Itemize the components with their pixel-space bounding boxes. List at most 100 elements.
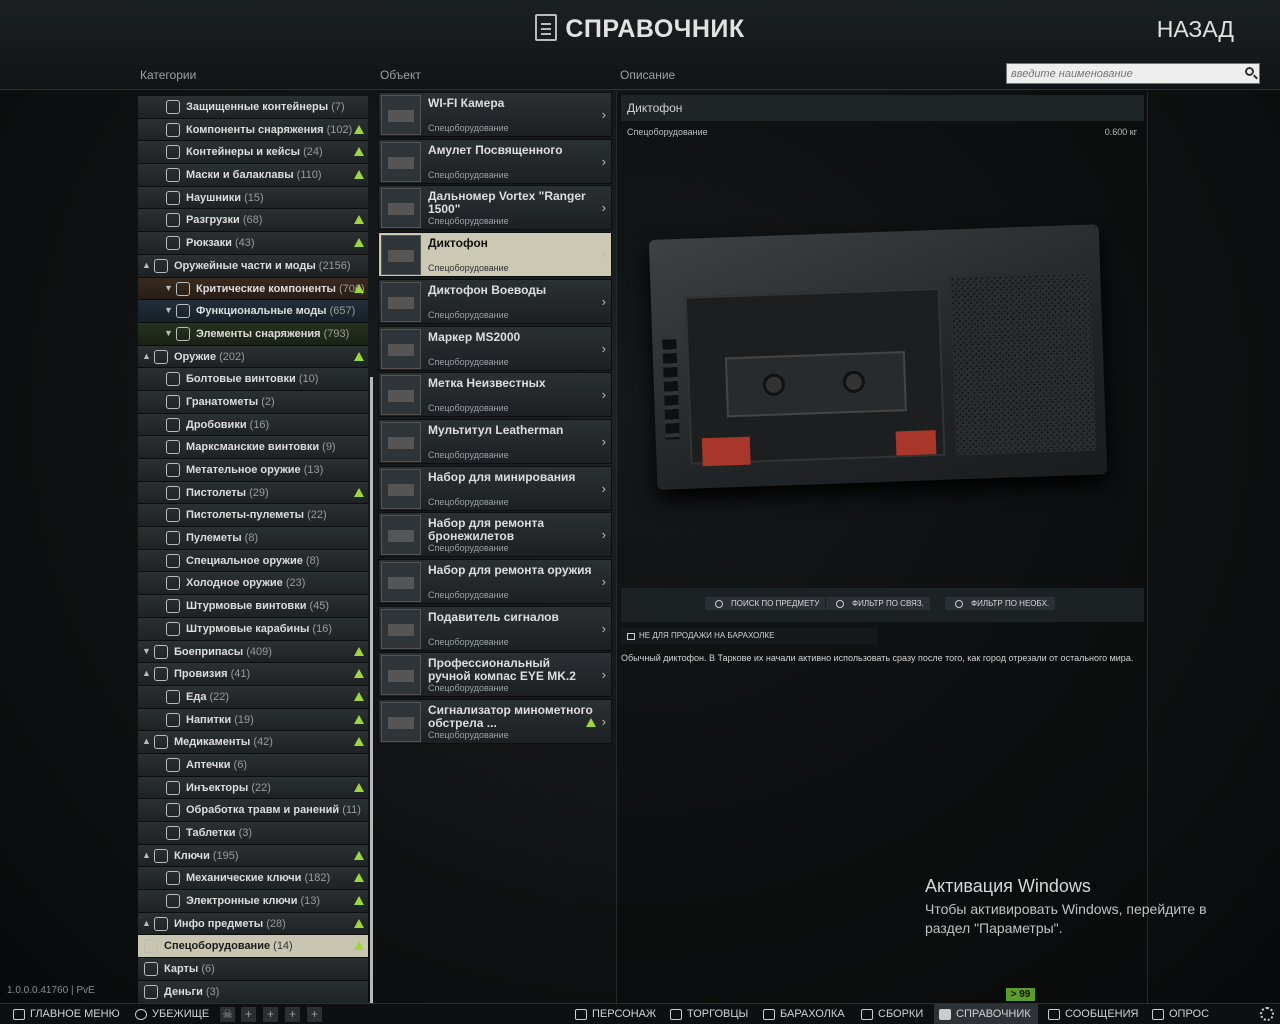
search-box[interactable] (1006, 63, 1260, 84)
category-item[interactable]: Напитки (19) (138, 708, 368, 732)
item-row[interactable]: Подавитель сигналов Спецоборудование › (378, 605, 612, 651)
category-item[interactable]: Маски и балаклавы (110) (138, 164, 368, 187)
traders-button[interactable]: ТОРГОВЦЫ (665, 1004, 748, 1024)
category-item[interactable]: Спецоборудование (14) (138, 935, 368, 959)
category-item[interactable]: Наушники (15) (138, 186, 368, 210)
collapse-arrow-icon[interactable]: ▲ (142, 736, 151, 746)
category-count: (15) (244, 191, 264, 204)
back-button[interactable]: НАЗАД (1157, 16, 1234, 43)
item-row[interactable]: Мультитул Leatherman Спецоборудование › (378, 418, 612, 464)
item-row[interactable]: Набор для ремонта бронежилетов Спецоборуд… (378, 512, 612, 558)
category-item[interactable]: Электронные ключи (13) (138, 890, 368, 913)
item-row[interactable]: Диктофон Воеводы Спецоборудование › (378, 278, 612, 324)
item-row[interactable]: Маркер MS2000 Спецоборудование › (378, 325, 612, 371)
collapse-arrow-icon[interactable]: ▲ (142, 850, 151, 860)
item-row[interactable]: Дальномер Vortex "Ranger 1500" Спецоборуд… (378, 185, 612, 231)
quick-slot-4[interactable]: + (307, 1007, 322, 1022)
item-actions-bar: ПОИСК ПО ПРЕДМЕТУ ФИЛЬТР ПО СВЯЗ. ФИЛЬТР… (621, 588, 1144, 622)
category-item[interactable]: Специальное оружие (8) (138, 549, 368, 573)
character-button[interactable]: ПЕРСОНАЖ (570, 1004, 656, 1024)
category-item[interactable]: Таблетки (3) (138, 822, 368, 845)
category-item[interactable]: Инъекторы (22) (138, 776, 368, 800)
category-item[interactable]: ▲ Оружие (202) (138, 345, 368, 369)
category-item[interactable]: Механические ключи (182) (138, 867, 368, 891)
item-row-category: Спецоборудование (428, 123, 509, 133)
category-item[interactable]: Контейнеры и кейсы (24) (138, 141, 368, 165)
category-count: (110) (296, 169, 322, 182)
category-item[interactable]: Пулеметы (8) (138, 527, 368, 550)
item-row[interactable]: Набор для минирования Спецоборудование › (378, 465, 612, 511)
expand-arrow-icon[interactable]: ▼ (164, 283, 173, 293)
category-item[interactable]: Болтовые винтовки (10) (138, 368, 368, 391)
hideout-button[interactable]: УБЕЖИЩЕ (130, 1004, 209, 1024)
main-menu-button[interactable]: ГЛАВНОЕ МЕНЮ (8, 1004, 120, 1024)
category-item[interactable]: Разгрузки (68) (138, 209, 368, 233)
quick-slot-2[interactable]: + (263, 1007, 278, 1022)
category-scrollbar[interactable] (370, 377, 373, 1004)
category-item[interactable]: ▲ Медикаменты (42) (138, 731, 368, 754)
item-row[interactable]: Профессиональный ручной компас EYE MK.2 С… (378, 652, 612, 698)
quick-slot-1[interactable]: + (241, 1007, 256, 1022)
category-item[interactable]: Рюкзаки (43) (138, 232, 368, 255)
category-item[interactable]: Гранатометы (2) (138, 390, 368, 414)
category-item[interactable]: ▼ Элементы снаряжения (793) (138, 322, 368, 346)
builds-button[interactable]: СБОРКИ (856, 1004, 923, 1024)
search-by-item-button[interactable]: ПОИСК ПО ПРЕДМЕТУ (705, 597, 826, 610)
filter-required-button[interactable]: ФИЛЬТР ПО НЕОБХ. (945, 597, 1056, 610)
category-item[interactable]: ▼ Критические компоненты (706) (138, 277, 368, 301)
expand-arrow-icon[interactable]: ▼ (164, 305, 173, 315)
search-icon[interactable] (1245, 67, 1254, 76)
category-item[interactable]: ▲ Инфо предметы (28) (138, 912, 368, 936)
item-thumbnail-icon (381, 328, 421, 369)
category-item[interactable]: Компоненты снаряжения (102) (138, 118, 368, 142)
category-item[interactable]: Штурмовые карабины (16) (138, 617, 368, 641)
category-item[interactable]: ▲ Оружейные части и моды (2156) (138, 254, 368, 278)
collapse-arrow-icon[interactable]: ▲ (142, 351, 151, 361)
category-item[interactable]: Метательное оружие (13) (138, 459, 368, 482)
item-row[interactable]: Набор для ремонта оружия Спецоборудование… (378, 559, 612, 604)
category-item[interactable]: ▼ Боеприпасы (409) (138, 640, 368, 664)
messages-button[interactable]: СООБЩЕНИЯ (1043, 1004, 1138, 1024)
category-item[interactable]: ▼ Функциональные моды (657) (138, 300, 368, 323)
chevron-right-icon: › (601, 574, 606, 589)
category-item[interactable]: ▲ Ключи (195) (138, 844, 368, 868)
category-item[interactable]: Карты (6) (138, 958, 368, 981)
category-item[interactable]: Пистолеты (29) (138, 481, 368, 505)
item-row[interactable]: Метка Неизвестных Спецоборудование › (378, 372, 612, 418)
category-item[interactable]: Дробовики (16) (138, 413, 368, 437)
category-item[interactable]: Штурмовые винтовки (45) (138, 595, 368, 618)
category-item[interactable]: ▲ Провизия (41) (138, 663, 368, 686)
filter-linked-button[interactable]: ФИЛЬТР ПО СВЯЗ. (826, 597, 930, 610)
recorder-body (648, 224, 1108, 490)
category-label: Инфо предметы (28) (174, 917, 286, 930)
category-count: (43) (235, 237, 255, 250)
quick-slot-3[interactable]: + (285, 1007, 300, 1022)
item-row[interactable]: Диктофон Спецоборудование › (378, 232, 612, 278)
category-item[interactable]: Обработка травм и ранений (11) (138, 799, 368, 822)
handbook-nav-button[interactable]: СПРАВОЧНИК (934, 1004, 1038, 1024)
collapse-arrow-icon[interactable]: ▲ (142, 668, 151, 678)
category-label: Оружейные части и моды (2156) (174, 259, 351, 272)
category-count: (28) (266, 917, 286, 930)
category-item[interactable]: Защищенные контейнеры (7) (138, 96, 368, 119)
survey-button[interactable]: ОПРОС (1147, 1004, 1209, 1024)
category-item[interactable]: Холодное оружие (23) (138, 572, 368, 596)
category-item[interactable]: Аптечки (6) (138, 753, 368, 777)
collapse-arrow-icon[interactable]: ▲ (142, 260, 151, 270)
expand-arrow-icon[interactable]: ▼ (142, 646, 151, 656)
rifle-icon (166, 372, 180, 387)
category-item[interactable]: Деньги (3) (138, 980, 368, 1004)
flea-market-button[interactable]: БАРАХОЛКА (758, 1004, 845, 1024)
item-row-name: Маркер MS2000 (428, 329, 521, 344)
search-input[interactable] (1007, 64, 1235, 84)
collapse-arrow-icon[interactable]: ▲ (142, 918, 151, 928)
settings-gear-icon[interactable] (1260, 1007, 1274, 1021)
skull-icon[interactable]: ☠ (220, 1007, 235, 1022)
item-row[interactable]: Сигнализатор минометного обстрела ... Спе… (378, 699, 612, 745)
category-item[interactable]: Еда (22) (138, 685, 368, 709)
expand-arrow-icon[interactable]: ▼ (164, 328, 173, 338)
category-item[interactable]: Марксманские винтовки (9) (138, 436, 368, 459)
category-item[interactable]: Пистолеты-пулеметы (22) (138, 504, 368, 528)
item-row[interactable]: WI-FI Камера Спецоборудование › (378, 92, 612, 137)
item-row[interactable]: Амулет Посвященного Спецоборудование › (378, 138, 612, 184)
